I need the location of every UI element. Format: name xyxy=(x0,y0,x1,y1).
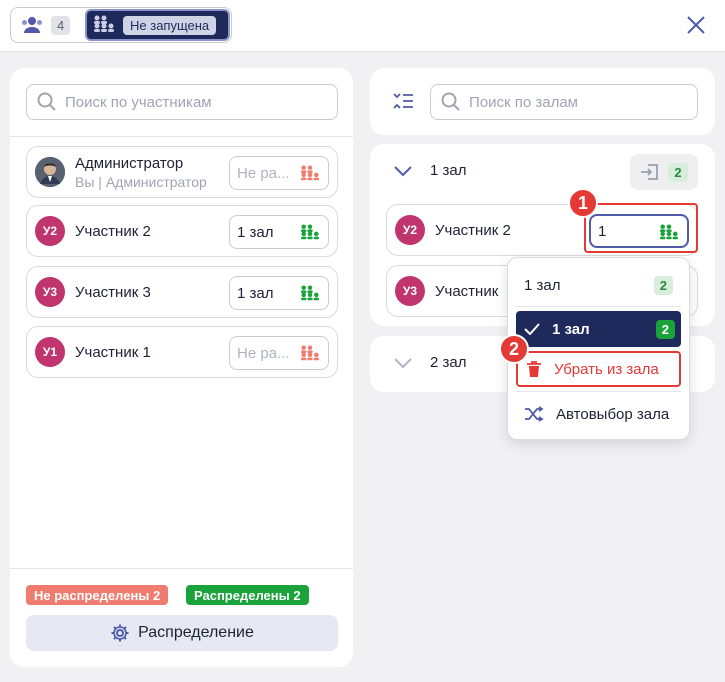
check-icon xyxy=(524,323,540,335)
list-toggle-icon xyxy=(393,93,413,109)
trash-icon xyxy=(527,361,541,377)
step-marker: 1 xyxy=(568,188,598,218)
chevron-down-icon xyxy=(394,357,412,368)
distribution-label: Распределение xyxy=(138,624,254,641)
avatar: У2 xyxy=(35,216,65,246)
rooms-icon xyxy=(301,224,319,240)
chevron-down-icon xyxy=(394,165,412,176)
rooms-icon xyxy=(301,165,319,181)
participant-row[interactable]: У2 Участник 2 1 зал xyxy=(26,205,338,257)
participant-search-input[interactable]: Поиск по участникам xyxy=(26,84,338,120)
session-toggle[interactable]: Не запущена xyxy=(85,9,230,41)
hall-select-value: Не ра... xyxy=(237,164,290,182)
step-marker: 2 xyxy=(499,334,529,364)
participants-toggle[interactable]: 4 xyxy=(13,10,83,40)
avatar xyxy=(35,157,65,187)
users-icon xyxy=(22,17,42,33)
highlight-box xyxy=(584,203,698,253)
hall-count: 2 xyxy=(668,162,688,182)
participant-name: Участник 1 xyxy=(75,343,151,361)
distributed-badge: Распределены 2 xyxy=(186,585,309,605)
participant-row[interactable]: Администратор Вы | Администратор Не ра..… xyxy=(26,146,338,198)
menu-item-hall[interactable]: 1 зал 2 xyxy=(516,267,681,303)
menu-item-label: Убрать из зала xyxy=(554,360,659,378)
enter-hall-button[interactable]: 2 xyxy=(630,154,698,190)
distribution-button[interactable]: Распределение xyxy=(26,615,338,651)
hall-select-value: Не ра... xyxy=(237,344,290,362)
participant-row[interactable]: У3 Участник 3 1 зал xyxy=(26,266,338,318)
rooms-icon xyxy=(94,15,114,32)
hall-search-input[interactable]: Поиск по залам xyxy=(430,84,698,120)
hall-select[interactable]: Не ра... xyxy=(229,336,329,370)
remove-from-hall-item[interactable]: Убрать из зала xyxy=(516,351,681,387)
participants-count: 4 xyxy=(51,15,71,35)
search-icon xyxy=(441,92,460,111)
menu-item-selected-hall[interactable]: 1 зал 2 xyxy=(516,311,681,347)
auto-select-hall-item[interactable]: Автовыбор зала xyxy=(516,396,681,432)
hall-name: 2 зал xyxy=(430,354,467,371)
participant-name: Участник 3 xyxy=(75,283,151,301)
divider xyxy=(10,568,353,569)
participant-name: Участник 2 xyxy=(75,222,151,240)
enter-icon xyxy=(641,164,659,180)
hall-select[interactable]: Не ра... xyxy=(229,156,329,190)
rooms-icon xyxy=(301,285,319,301)
divider xyxy=(10,136,353,137)
collapse-all-button[interactable] xyxy=(392,91,414,116)
menu-item-label: 1 зал xyxy=(524,276,561,294)
menu-item-label: Автовыбор зала xyxy=(556,405,670,423)
divider xyxy=(516,391,681,392)
rooms-icon xyxy=(301,345,319,361)
hall-header[interactable]: 2 зал xyxy=(394,354,466,371)
hall-select-value: 1 зал xyxy=(237,284,274,302)
participant-name: Участник 2 xyxy=(435,221,511,239)
avatar: У3 xyxy=(395,276,425,306)
top-bar: 4 Не запущена xyxy=(0,0,725,52)
participant-row[interactable]: У1 Участник 1 Не ра... xyxy=(26,326,338,378)
hall-select[interactable]: 1 зал xyxy=(229,276,329,310)
close-button[interactable] xyxy=(683,12,709,38)
participant-role: Вы | Администратор xyxy=(75,173,207,190)
avatar: У2 xyxy=(395,215,425,245)
divider xyxy=(516,306,681,307)
avatar: У3 xyxy=(35,277,65,307)
hall-header[interactable]: 1 зал xyxy=(394,162,466,179)
search-icon xyxy=(37,92,56,111)
menu-item-label: 1 зал xyxy=(552,320,590,338)
shuffle-icon xyxy=(525,406,544,422)
hall-count: 2 xyxy=(655,319,675,339)
hall-name: 1 зал xyxy=(430,162,467,179)
view-toggle: 4 Не запущена xyxy=(10,7,232,43)
close-icon xyxy=(687,16,705,34)
gear-icon xyxy=(111,624,129,642)
participant-name: Администратор xyxy=(75,154,184,172)
hall-select-value: 1 зал xyxy=(237,223,274,241)
not-distributed-badge: Не распределены 2 xyxy=(26,585,169,605)
session-status: Не запущена xyxy=(123,15,217,35)
search-placeholder: Поиск по участникам xyxy=(65,93,212,111)
hall-dropdown-menu: 1 зал 2 1 зал 2 Убрать из зала Автовыбор… xyxy=(507,257,690,440)
hall-count: 2 xyxy=(653,275,673,295)
search-placeholder: Поиск по залам xyxy=(469,93,578,111)
hall-select[interactable]: 1 зал xyxy=(229,215,329,249)
participant-name: Участник xyxy=(435,282,499,300)
avatar: У1 xyxy=(35,337,65,367)
